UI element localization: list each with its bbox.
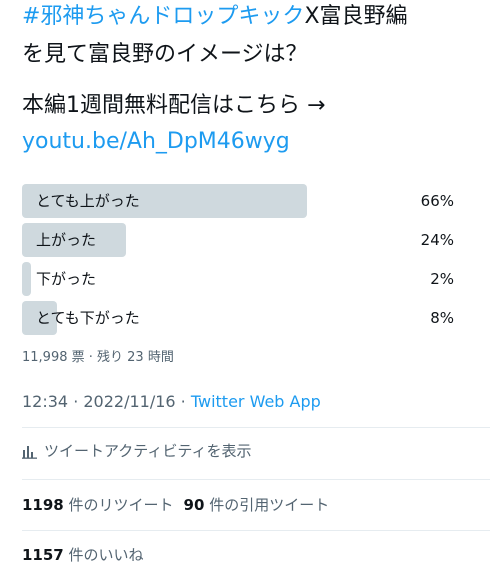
tweet-text-line-3: 本編1週間無料配信はこちら →	[22, 93, 326, 118]
divider	[22, 479, 490, 480]
tweet-text-line-2: を見て富良野のイメージは？	[22, 42, 308, 67]
poll-option-4[interactable]: とても下がった 8%	[22, 301, 454, 335]
poll-option-percent: 8%	[430, 309, 454, 327]
poll-option-label: 上がった	[36, 231, 97, 249]
poll-option-label: とても上がった	[36, 192, 140, 210]
poll-option-label: とても下がった	[36, 309, 140, 327]
likes-stat[interactable]: 1157 件のいいね	[22, 546, 144, 564]
divider	[22, 427, 490, 428]
poll-bar	[22, 262, 31, 296]
poll-meta: 11,998 票 · 残り 23 時間	[22, 346, 174, 365]
tweet-time[interactable]: 12:34	[22, 392, 68, 411]
tweet-detail: #邪神ちゃんドロップキックX富良野編 を見て富良野のイメージは？ 本編1週間無料…	[0, 0, 490, 578]
tweet-source-link[interactable]: Twitter Web App	[191, 392, 321, 411]
retweets-count: 1198	[22, 496, 64, 514]
poll-option-1[interactable]: とても上がった 66%	[22, 184, 454, 218]
poll-option-percent: 66%	[420, 192, 454, 210]
separator: ·	[175, 392, 191, 411]
tweet-date[interactable]: 2022/11/16	[83, 392, 175, 411]
separator: ·	[84, 350, 98, 365]
quotes-label: 件の引用ツイート	[209, 496, 330, 514]
poll-option-percent: 2%	[430, 270, 454, 288]
poll-option-label: 下がった	[36, 270, 97, 288]
separator: ·	[68, 392, 84, 411]
likes-stats: 1157 件のいいね	[22, 544, 154, 566]
quotes-count: 90	[183, 496, 205, 514]
divider	[22, 530, 490, 531]
likes-count: 1157	[22, 546, 64, 564]
poll-option-2[interactable]: 上がった 24%	[22, 223, 454, 257]
tweet-text-line-1: #邪神ちゃんドロップキックX富良野編	[22, 2, 408, 32]
hashtag-link[interactable]: #邪神ちゃんドロップキック	[22, 4, 304, 29]
likes-label: 件のいいね	[68, 546, 144, 564]
retweets-stat[interactable]: 1198 件のリツイート	[22, 496, 174, 514]
retweets-label: 件のリツイート	[68, 496, 174, 514]
activity-label: ツイートアクティビティを表示	[44, 442, 252, 460]
poll-votes: 11,998 票	[22, 350, 85, 365]
video-link[interactable]: youtu.be/Ah_DpM46wyg	[22, 127, 290, 157]
quotes-stat[interactable]: 90 件の引用ツイート	[184, 496, 330, 514]
engagement-stats: 1198 件のリツイート 90 件の引用ツイート	[22, 494, 339, 516]
poll-remaining: 残り 23 時間	[97, 350, 174, 365]
tweet-text-segment: X富良野編	[304, 4, 408, 29]
poll-option-3[interactable]: 下がった 2%	[22, 262, 454, 296]
poll-option-percent: 24%	[420, 231, 454, 249]
chart-icon	[22, 446, 37, 459]
tweet-timestamp: 12:34 · 2022/11/16 · Twitter Web App	[22, 392, 321, 412]
tweet-activity-button[interactable]: ツイートアクティビティを表示	[22, 440, 251, 462]
